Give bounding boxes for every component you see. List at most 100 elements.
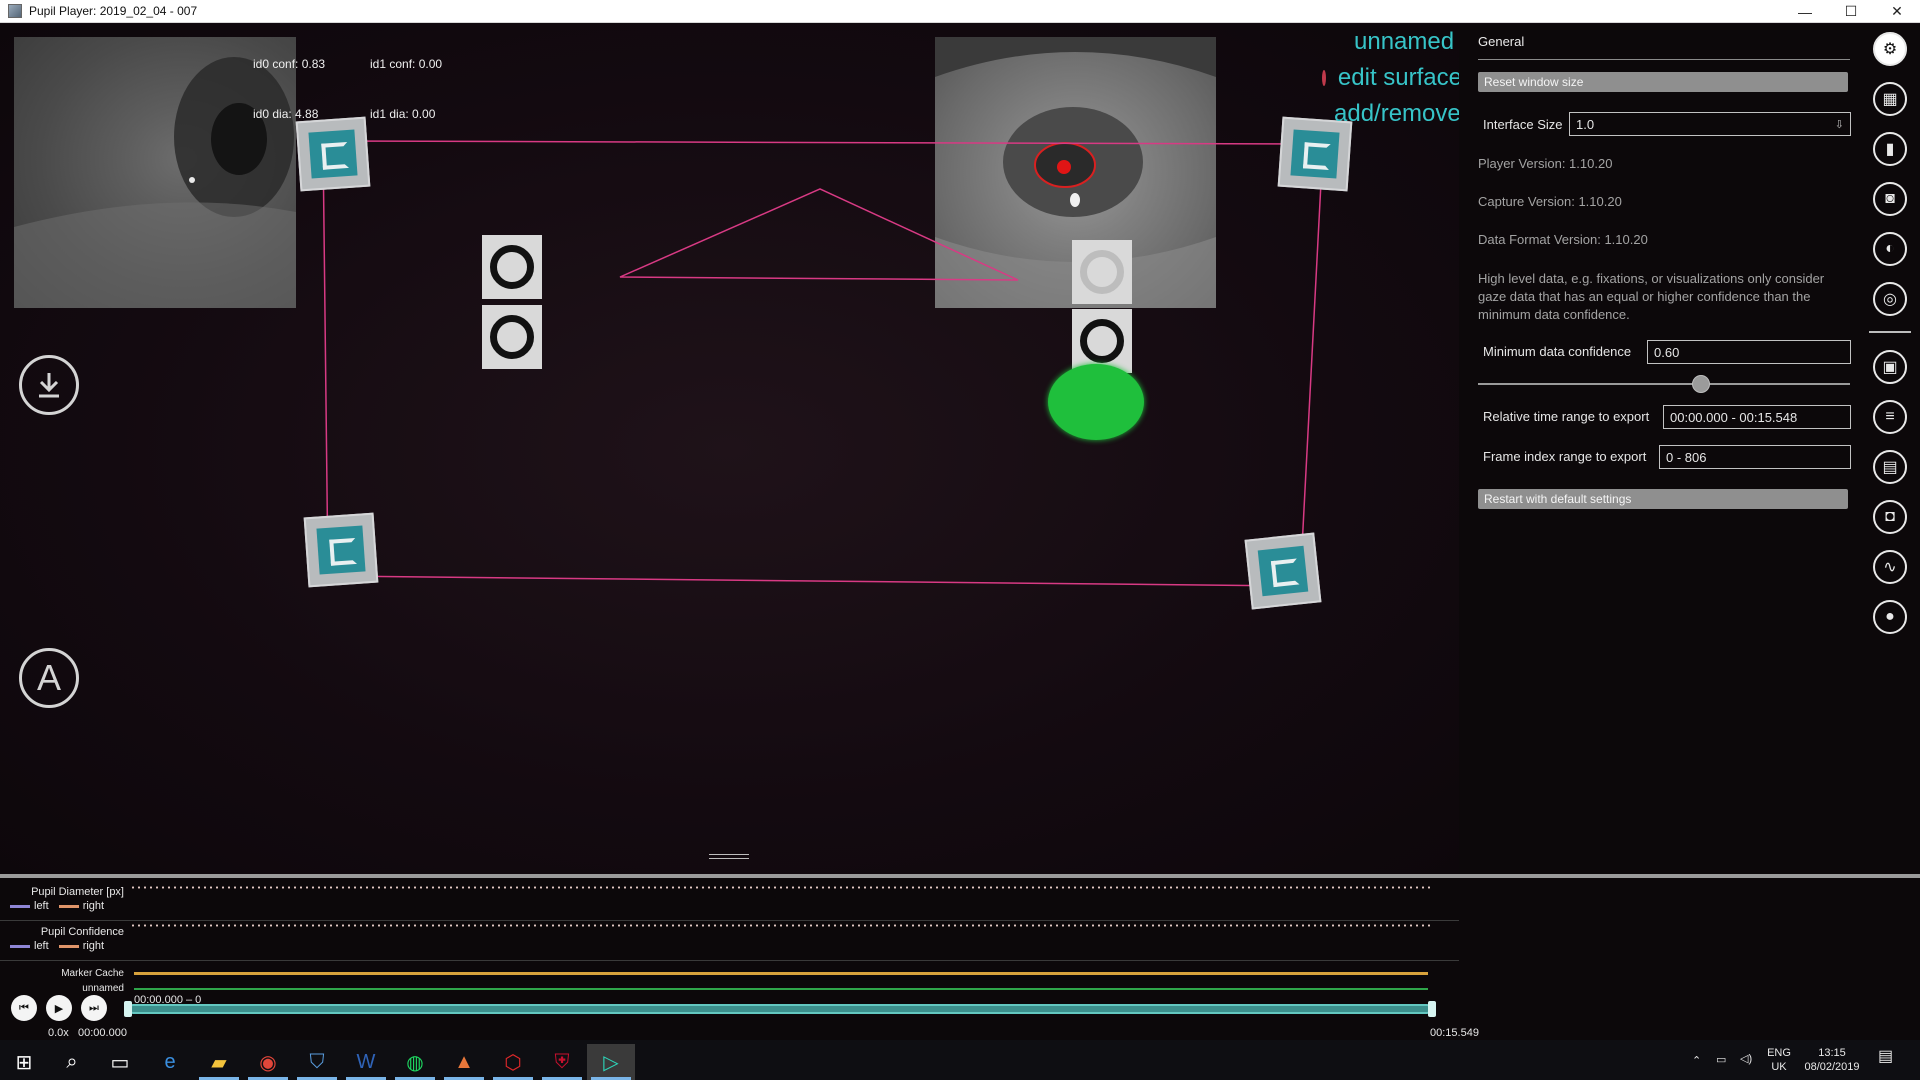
title-bar: Pupil Player: 2019_02_04 - 007 — ☐ ✕ (0, 0, 1920, 23)
calibration-marker (482, 305, 542, 369)
seek-start-handle[interactable] (124, 1001, 132, 1017)
panel-divider (1478, 59, 1850, 60)
world-video-viewport[interactable]: id0 conf: 0.83 id1 conf: 0.00 id0 dia: 4… (0, 24, 1459, 874)
language-indicator[interactable]: ENG UK (1764, 1046, 1794, 1074)
restart-default-settings-button[interactable]: Restart with default settings (1478, 489, 1848, 509)
surface-marker (1244, 532, 1322, 610)
battery-icon[interactable]: ▭ (1716, 1053, 1726, 1067)
bar-chart-icon[interactable]: ▮ (1873, 132, 1907, 166)
download-arrow-icon (39, 373, 59, 398)
time-range-input[interactable]: 00:00.000 - 00:15.548 (1663, 405, 1851, 429)
legend-right-label: right (82, 940, 105, 952)
surface-marker (295, 116, 371, 192)
edit-surface-dot-icon (1322, 70, 1326, 86)
frame-range-input[interactable]: 0 - 806 (1659, 445, 1851, 469)
acrobat-icon[interactable]: ⬡ (489, 1044, 537, 1080)
marker-pattern (316, 525, 366, 575)
document-icon[interactable]: ≡ (1873, 400, 1907, 434)
grid-icon[interactable]: ▦ (1873, 82, 1907, 116)
timeline-resize-handle[interactable] (709, 854, 749, 859)
clock[interactable]: 13:15 08/02/2019 (1800, 1046, 1864, 1074)
edit-surface-item[interactable]: edit surface (1322, 60, 1459, 96)
surface-unnamed-label: unnamed (82, 983, 124, 994)
surface-menu: unnamed edit surface add/remove markers (1322, 24, 1459, 132)
pupil-confidence-plot (130, 924, 1430, 927)
defender-icon[interactable]: ⛉ (293, 1044, 341, 1080)
matlab-icon[interactable]: ▲ (440, 1044, 488, 1080)
chrome-icon[interactable]: ◉ (244, 1044, 292, 1080)
pupil-confidence-legend: left right (10, 940, 104, 952)
right-swatch (58, 904, 79, 908)
record-icon[interactable]: ● (1873, 600, 1907, 634)
capture-version: Capture Version: 1.10.20 (1478, 194, 1622, 209)
clock-date: 08/02/2019 (1804, 1061, 1860, 1073)
language-label: ENG (1767, 1047, 1791, 1059)
elapsed-time: 00:00.000 (78, 1027, 127, 1039)
legend-left-label: left (34, 900, 49, 912)
calibration-marker (482, 235, 542, 299)
min-confidence-slider-thumb[interactable] (1692, 375, 1711, 393)
left-swatch (10, 944, 30, 948)
save-icon[interactable]: ▤ (1873, 450, 1907, 484)
add-remove-label: add/remove markers (1334, 100, 1459, 127)
seek-bar[interactable] (128, 1004, 1432, 1014)
calibration-ring (490, 245, 534, 289)
min-confidence-label: Minimum data confidence (1483, 344, 1632, 359)
interface-size-label: Interface Size (1483, 117, 1563, 132)
windows-start-icon[interactable]: ⊞ (0, 1044, 48, 1080)
search-icon[interactable]: ⌕ (48, 1044, 96, 1080)
pupil-player-app-icon (8, 4, 22, 18)
surface-overlay (322, 140, 1324, 587)
spotify-icon[interactable]: ◍ (391, 1044, 439, 1080)
calibration-ring (1080, 319, 1124, 363)
play-button[interactable]: ▶ (46, 995, 72, 1021)
word-icon[interactable]: W (342, 1044, 390, 1080)
right-swatch (58, 944, 79, 948)
add-remove-markers-item[interactable]: add/remove markers (1322, 96, 1459, 132)
pupil-diameter-label: Pupil Diameter [px] (31, 886, 124, 898)
pupil-confidence-label: Pupil Confidence (40, 926, 124, 938)
close-button[interactable]: ✕ (1874, 0, 1920, 23)
previous-frame-button[interactable]: ⏮ (11, 995, 37, 1021)
line-chart-icon[interactable]: ∿ (1873, 550, 1907, 584)
min-confidence-input[interactable]: 0.60 (1647, 340, 1851, 364)
windows-taskbar: ⊞ ⌕ ▭ e ▰ ◉ ⛉ W ◍ ▲ ⬡ ⛨ ▷ ⌃ ▭ ◁) ENG UK … (0, 1040, 1920, 1080)
screen-icon[interactable]: ▣ (1873, 350, 1907, 384)
tray-chevron-up-icon[interactable]: ⌃ (1692, 1054, 1701, 1068)
notifications-icon[interactable]: ▤ (1878, 1049, 1893, 1065)
surface-unnamed-bar (134, 988, 1428, 990)
volume-icon[interactable]: ◁) (1740, 1052, 1752, 1066)
mcafee-icon[interactable]: ⛨ (538, 1044, 586, 1080)
reset-window-size-button[interactable]: Reset window size (1478, 72, 1848, 92)
timeline-divider (0, 960, 1459, 961)
seek-end-handle[interactable] (1428, 1001, 1436, 1017)
confidence-info: High level data, e.g. fixations, or visu… (1478, 271, 1825, 322)
capture-icon[interactable]: ◘ (1873, 500, 1907, 534)
gear-icon[interactable]: ⚙ (1873, 32, 1907, 66)
marker-cache-label: Marker Cache (61, 968, 124, 979)
surface-name[interactable]: unnamed (1322, 24, 1459, 60)
maximize-button[interactable]: ☐ (1828, 0, 1874, 23)
eye-icon[interactable]: ◐ (1873, 232, 1907, 266)
interface-size-select[interactable]: 1.0 ⇩ (1569, 112, 1851, 136)
minimize-button[interactable]: — (1782, 0, 1828, 23)
file-explorer-icon[interactable]: ▰ (195, 1044, 243, 1080)
target-icon[interactable]: ◎ (1873, 282, 1907, 316)
calibration-marker (1072, 240, 1132, 304)
edge-icon[interactable]: e (146, 1044, 194, 1080)
left-swatch (10, 904, 30, 908)
camera-icon[interactable]: ◙ (1873, 182, 1907, 216)
interface-size-value: 1.0 (1576, 116, 1595, 132)
marker-pattern (308, 129, 358, 179)
download-icon[interactable] (19, 355, 79, 415)
region-label: UK (1771, 1061, 1787, 1073)
next-frame-button[interactable]: ⏭ (81, 995, 107, 1021)
edit-surface-label: edit surface (1337, 64, 1459, 91)
timeline-area: Pupil Diameter [px] left right Pupil Con… (0, 874, 1920, 1040)
min-confidence-slider-track[interactable] (1478, 383, 1850, 385)
task-view-icon[interactable]: ▭ (96, 1044, 144, 1080)
panel-title: General (1478, 34, 1525, 49)
pupil-player-icon[interactable]: ▷ (587, 1044, 635, 1080)
chevron-down-icon: ⇩ (1834, 119, 1844, 131)
annotation-button[interactable]: A (19, 648, 79, 708)
